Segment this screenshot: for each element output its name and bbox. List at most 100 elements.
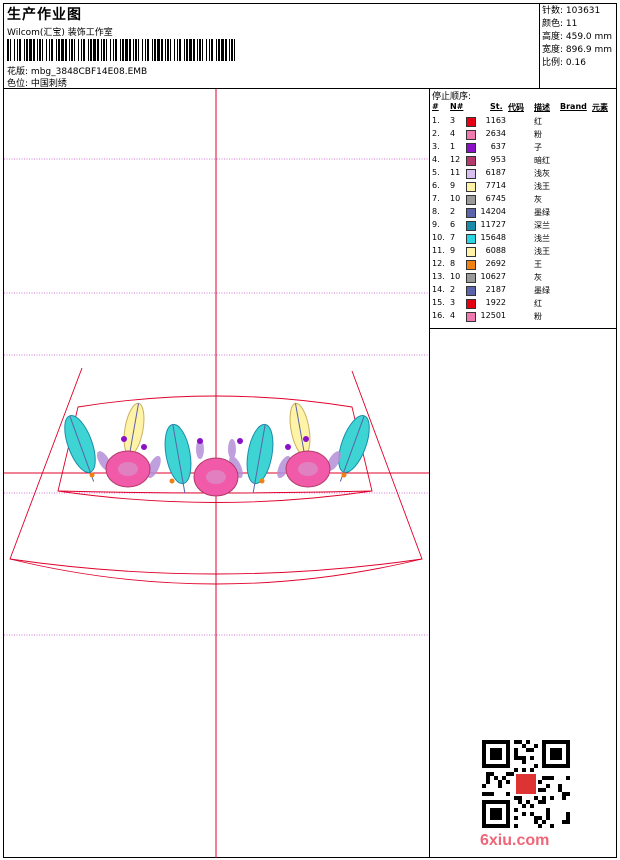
color-swatch: [466, 182, 476, 192]
colorway-label: 色位:: [7, 79, 29, 89]
row-needle: 8: [450, 259, 456, 268]
row-stitches: 6745: [485, 194, 506, 203]
col-index: #: [432, 102, 439, 111]
table-row: 7. 10 6745 灰: [430, 193, 616, 206]
design-scale: 比例: 0.16: [542, 58, 586, 68]
row-needle: 4: [450, 311, 456, 320]
row-index: 14.: [432, 285, 445, 294]
qr-code: [482, 740, 570, 828]
row-needle: 6: [450, 220, 456, 229]
stitch-count: 针数: 103631: [542, 6, 601, 16]
row-needle: 3: [450, 298, 456, 307]
row-needle: 11: [450, 168, 461, 177]
table-row: 12. 8 2692 王: [430, 258, 616, 271]
row-description: 王: [534, 260, 542, 269]
row-stitches: 7714: [485, 181, 506, 190]
design-canvas: [4, 89, 430, 858]
table-row: 15. 3 1922 红: [430, 297, 616, 310]
page-title: 生产作业图: [7, 7, 82, 23]
table-row: 10. 7 15648 浅兰: [430, 232, 616, 245]
row-description: 深兰: [534, 221, 550, 230]
color-swatch: [466, 208, 476, 218]
row-description: 粉: [534, 312, 542, 321]
col-code: 代码: [508, 103, 524, 112]
row-index: 13.: [432, 272, 445, 281]
row-needle: 10: [450, 272, 461, 281]
color-swatch: [466, 130, 476, 140]
design-height: 高度: 459.0 mm: [542, 32, 613, 42]
table-row: 5. 11 6187 浅灰: [430, 167, 616, 180]
color-swatch: [466, 117, 476, 127]
row-stitches: 6088: [485, 246, 506, 255]
row-index: 8.: [432, 207, 440, 216]
table-header: # N# St. 代码 描述 Brand 元素: [430, 102, 616, 113]
row-index: 1.: [432, 116, 440, 125]
row-stitches: 6187: [485, 168, 506, 177]
row-description: 暗红: [534, 156, 550, 165]
row-description: 红: [534, 117, 542, 126]
row-needle: 3: [450, 116, 456, 125]
row-description: 浅王: [534, 247, 550, 256]
table-row: 11. 9 6088 浅王: [430, 245, 616, 258]
row-stitches: 1163: [485, 116, 506, 125]
table-row: 1. 3 1163 红: [430, 115, 616, 128]
col-description: 描述: [534, 103, 550, 112]
design-width: 宽度: 896.9 mm: [542, 45, 613, 55]
color-count: 颜色: 11: [542, 19, 578, 29]
row-needle: 1: [450, 142, 456, 151]
row-stitches: 953: [490, 155, 506, 164]
row-description: 红: [534, 299, 542, 308]
row-description: 墨绿: [534, 286, 550, 295]
rose-motifs: [105, 450, 331, 497]
row-stitches: 2187: [485, 285, 506, 294]
row-index: 4.: [432, 155, 440, 164]
row-stitches: 2634: [485, 129, 506, 138]
row-needle: 9: [450, 181, 456, 190]
row-needle: 9: [450, 246, 456, 255]
color-swatch: [466, 221, 476, 231]
row-index: 9.: [432, 220, 440, 229]
row-index: 16.: [432, 311, 445, 320]
colorway-name: 中国刺绣: [30, 79, 67, 89]
table-row: 13. 10 10627 灰: [430, 271, 616, 284]
color-swatch: [466, 195, 476, 205]
row-needle: 4: [450, 129, 456, 138]
table-row: 3. 1 637 子: [430, 141, 616, 154]
row-index: 10.: [432, 233, 445, 242]
stop-sequence-table: 停止顺序: # N# St. 代码 描述 Brand 元素 1. 3 1163 红 2.…: [430, 89, 616, 329]
table-row: 4. 12 953 暗红: [430, 154, 616, 167]
table-row: 6. 9 7714 浅王: [430, 180, 616, 193]
row-description: 浅王: [534, 182, 550, 191]
color-swatch: [466, 299, 476, 309]
row-stitches: 12501: [480, 311, 506, 320]
embroidery-preview: [4, 89, 429, 858]
row-stitches: 2692: [485, 259, 506, 268]
col-brand: Brand: [560, 102, 587, 111]
row-description: 灰: [534, 195, 542, 204]
row-index: 11.: [432, 246, 445, 255]
color-swatch: [466, 169, 476, 179]
colorway-line: 色位: 中国刺绣: [7, 76, 67, 89]
table-row: 9. 6 11727 深兰: [430, 219, 616, 232]
table-row: 2. 4 2634 粉: [430, 128, 616, 141]
stop-sequence-title: 停止顺序:: [432, 92, 472, 102]
color-swatch: [466, 273, 476, 283]
color-swatch: [466, 312, 476, 322]
company-name: Wilcom(汇宝) 装饰工作室: [7, 28, 113, 38]
color-swatch: [466, 260, 476, 270]
table-row: 8. 2 14204 墨绿: [430, 206, 616, 219]
row-index: 12.: [432, 259, 445, 268]
row-stitches: 11727: [480, 220, 506, 229]
row-needle: 2: [450, 285, 456, 294]
col-needle: N#: [450, 102, 464, 111]
row-description: 粉: [534, 130, 542, 139]
color-swatch: [466, 156, 476, 166]
row-description: 浅灰: [534, 169, 550, 178]
row-description: 墨绿: [534, 208, 550, 217]
col-stitches: St.: [490, 102, 503, 111]
row-needle: 12: [450, 155, 461, 164]
color-swatch: [466, 234, 476, 244]
row-stitches: 15648: [480, 233, 506, 242]
color-swatch: [466, 286, 476, 296]
table-row: 16. 4 12501 粉: [430, 310, 616, 323]
